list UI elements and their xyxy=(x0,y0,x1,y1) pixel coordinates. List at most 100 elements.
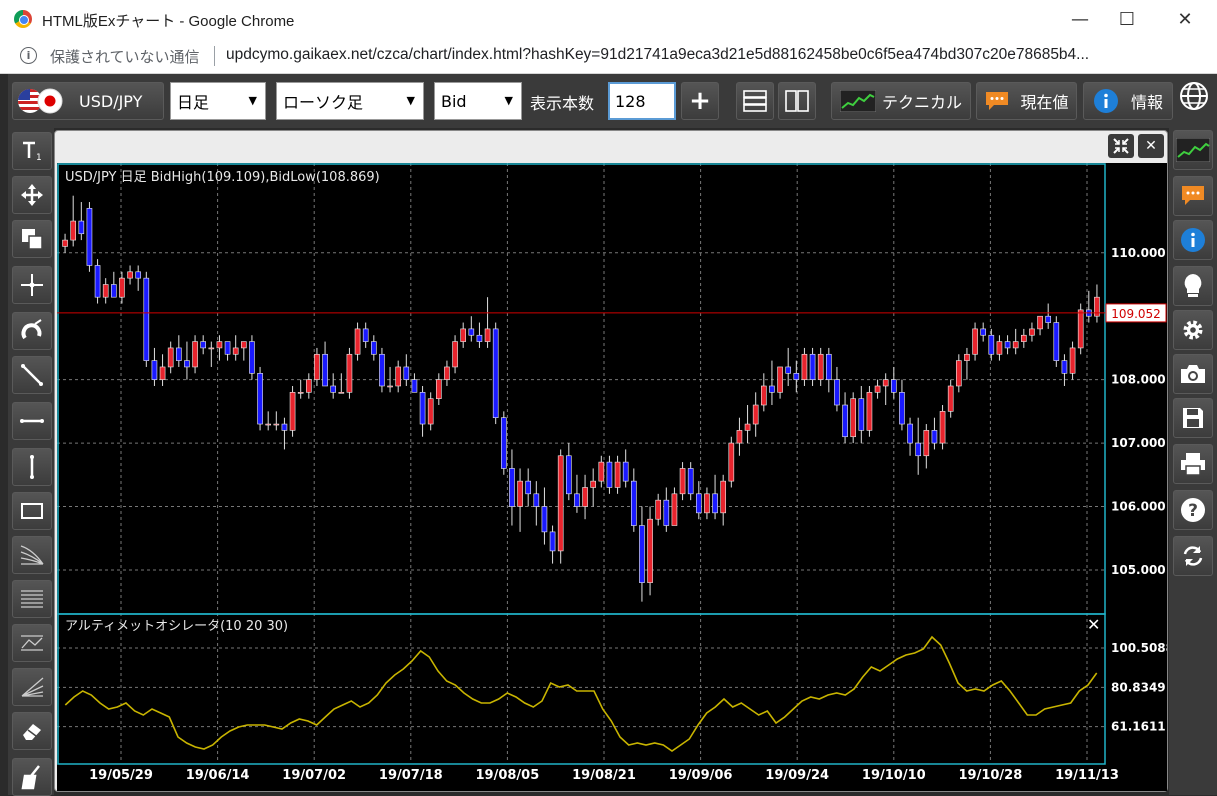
close-chart-button[interactable]: ✕ xyxy=(1138,134,1164,158)
candle-up xyxy=(655,499,662,520)
svg-text:1: 1 xyxy=(36,153,42,163)
price-type-select[interactable]: Bid ▼ xyxy=(434,82,522,120)
current-value-button[interactable]: 現在値 xyxy=(976,82,1077,120)
lightbulb-icon xyxy=(1184,274,1202,297)
window-title: HTML版Exチャート - Google Chrome xyxy=(42,13,295,30)
rectangle-tool-button[interactable] xyxy=(12,492,52,530)
candle-down xyxy=(151,360,158,380)
candle-up xyxy=(947,385,954,412)
printer-icon xyxy=(1181,453,1205,476)
x-tick-label: 19/10/28 xyxy=(959,768,1023,783)
technical-button[interactable]: テクニカル xyxy=(831,82,971,120)
eraser-icon xyxy=(23,724,41,740)
candle-up xyxy=(452,341,458,368)
candle-down xyxy=(712,493,718,514)
close-window-button[interactable]: ✕ xyxy=(1165,6,1205,34)
print-side-button[interactable] xyxy=(1173,444,1213,484)
info-label: 情報 xyxy=(1130,93,1163,112)
period-select[interactable]: 日足 ▼ xyxy=(170,82,266,120)
current-value-label: 現在値 xyxy=(1020,93,1069,112)
globe-icon[interactable] xyxy=(1178,80,1210,112)
security-status[interactable]: 保護されていない通信 xyxy=(50,46,200,67)
chart-svg[interactable]: 109.052 19/05/29 19/06/14 19/07/02 19/07/18… xyxy=(57,163,1174,791)
horizontal-line-tool-button[interactable] xyxy=(12,402,52,440)
candle-down xyxy=(639,525,645,583)
move-tool-button[interactable] xyxy=(12,176,52,214)
candle-down xyxy=(541,506,548,533)
refresh-side-button[interactable] xyxy=(1173,536,1213,576)
gann-fan-tool-button[interactable] xyxy=(12,668,52,706)
hint-side-button[interactable] xyxy=(1173,266,1213,306)
trendline-tool-button[interactable] xyxy=(12,356,52,394)
candle-up xyxy=(557,455,564,552)
refresh-icon xyxy=(1183,546,1203,566)
candle-down xyxy=(500,417,507,469)
collapse-arrows-icon xyxy=(1113,138,1129,154)
help-side-button[interactable]: ? xyxy=(1173,490,1213,530)
speech-bubble-icon xyxy=(1182,186,1204,205)
candle-down xyxy=(907,423,913,444)
period-value: 日足 xyxy=(177,93,210,112)
settings-side-button[interactable] xyxy=(1173,310,1213,350)
x-tick-label: 19/08/21 xyxy=(572,768,636,783)
candle-down xyxy=(663,499,670,526)
candle-up xyxy=(1077,309,1084,349)
candle-down xyxy=(622,461,629,482)
info-icon[interactable]: i xyxy=(20,47,37,64)
candle-down xyxy=(980,328,987,336)
screenshot-side-button[interactable] xyxy=(1173,354,1213,394)
candle-up xyxy=(598,461,605,482)
channel-tool-button[interactable] xyxy=(12,624,52,662)
clear-tool-button[interactable] xyxy=(12,758,52,796)
y-tick-label: 100.5088 xyxy=(1111,641,1167,655)
candle-down xyxy=(549,531,556,552)
text-tool-button[interactable]: 1 xyxy=(12,132,52,170)
layout-rows-button[interactable] xyxy=(736,82,774,120)
info-button[interactable]: 情報 xyxy=(1083,82,1173,120)
candle-up xyxy=(517,480,523,507)
copy-tool-button[interactable] xyxy=(12,220,52,258)
candle-down xyxy=(1061,360,1068,374)
currency-pair-button[interactable]: USD/JPY xyxy=(12,82,164,120)
maximize-chart-button[interactable] xyxy=(1108,134,1134,158)
minimize-button[interactable]: — xyxy=(1060,6,1100,34)
candle-down xyxy=(565,455,572,495)
url-text[interactable]: updcymo.gaikaex.net/czca/chart/index.htm… xyxy=(226,46,1089,64)
candle-down xyxy=(915,442,922,457)
candle-up xyxy=(395,366,402,387)
fibonacci-fan-tool-button[interactable] xyxy=(12,536,52,574)
candle-down xyxy=(809,353,816,380)
candle-up xyxy=(305,379,312,393)
vertical-split-icon xyxy=(785,90,809,112)
chart-type-select[interactable]: ローソク足 ▼ xyxy=(276,82,424,120)
vertical-line-tool-button[interactable] xyxy=(12,448,52,486)
info-side-button[interactable] xyxy=(1173,220,1213,260)
magnet-tool-button[interactable] xyxy=(12,312,52,350)
display-count-input[interactable]: 128 xyxy=(608,82,676,120)
chart-area[interactable]: 109.052 19/05/29 19/06/14 19/07/02 19/07/18… xyxy=(57,163,1174,791)
candle-down xyxy=(509,468,515,507)
candle-down xyxy=(281,423,288,431)
technical-side-button[interactable] xyxy=(1173,130,1213,170)
x-tick-label: 19/07/02 xyxy=(282,768,346,783)
address-bar[interactable]: i 保護されていない通信 updcymo.gaikaex.net/czca/ch… xyxy=(0,40,1217,74)
eraser-tool-button[interactable] xyxy=(12,712,52,750)
gann-fan-icon xyxy=(21,677,44,697)
candle-up xyxy=(614,461,621,488)
candle-up xyxy=(777,366,783,393)
y-tick-label: 110.000 xyxy=(1111,246,1166,260)
close-oscillator-icon[interactable]: ✕ xyxy=(1087,615,1100,634)
candle-down xyxy=(785,366,792,374)
current-value-side-button[interactable] xyxy=(1173,176,1213,216)
crosshair-tool-button[interactable] xyxy=(12,266,52,304)
fibonacci-retracement-tool-button[interactable] xyxy=(12,580,52,618)
candle-down xyxy=(899,392,905,425)
maximize-button[interactable]: ☐ xyxy=(1107,6,1147,34)
save-side-button[interactable] xyxy=(1173,398,1213,438)
channel-icon xyxy=(21,635,43,651)
candle-down xyxy=(411,379,418,393)
layout-columns-button[interactable] xyxy=(778,82,816,120)
chrome-logo-icon xyxy=(14,10,32,28)
y-tick-label: 108.000 xyxy=(1111,373,1166,387)
add-button[interactable]: + xyxy=(681,82,719,120)
